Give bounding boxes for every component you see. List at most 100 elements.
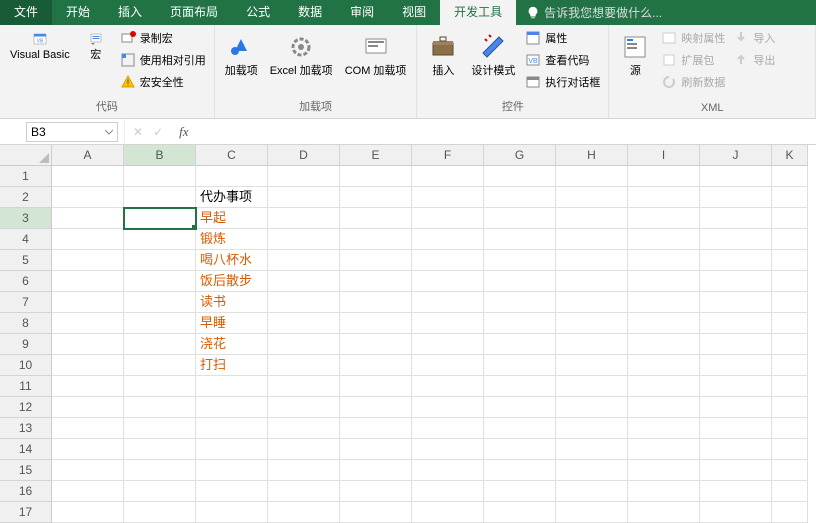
cell-H12[interactable] — [556, 397, 628, 418]
cell-D15[interactable] — [268, 460, 340, 481]
cell-B12[interactable] — [124, 397, 196, 418]
cell-A5[interactable] — [52, 250, 124, 271]
source-button[interactable]: 源 — [613, 27, 657, 82]
cell-G14[interactable] — [484, 439, 556, 460]
cell-D5[interactable] — [268, 250, 340, 271]
row-header-15[interactable]: 15 — [0, 460, 52, 481]
cell-G13[interactable] — [484, 418, 556, 439]
cell-C3[interactable]: 早起 — [196, 208, 268, 229]
cell-G8[interactable] — [484, 313, 556, 334]
cell-A1[interactable] — [52, 166, 124, 187]
cell-J7[interactable] — [700, 292, 772, 313]
cell-F1[interactable] — [412, 166, 484, 187]
cell-K14[interactable] — [772, 439, 808, 460]
cell-I10[interactable] — [628, 355, 700, 376]
cell-E8[interactable] — [340, 313, 412, 334]
cell-B2[interactable] — [124, 187, 196, 208]
cell-I2[interactable] — [628, 187, 700, 208]
cell-G10[interactable] — [484, 355, 556, 376]
cell-H16[interactable] — [556, 481, 628, 502]
relative-ref-button[interactable]: 使用相对引用 — [116, 49, 210, 71]
cell-A7[interactable] — [52, 292, 124, 313]
cell-F3[interactable] — [412, 208, 484, 229]
cell-E4[interactable] — [340, 229, 412, 250]
tab-data[interactable]: 数据 — [284, 0, 336, 25]
cell-E10[interactable] — [340, 355, 412, 376]
run-dialog-button[interactable]: 执行对话框 — [521, 71, 604, 93]
cell-J4[interactable] — [700, 229, 772, 250]
cell-H10[interactable] — [556, 355, 628, 376]
properties-button[interactable]: 属性 — [521, 27, 604, 49]
cell-E11[interactable] — [340, 376, 412, 397]
cell-A15[interactable] — [52, 460, 124, 481]
record-macro-button[interactable]: 录制宏 — [116, 27, 210, 49]
cell-G2[interactable] — [484, 187, 556, 208]
cell-B13[interactable] — [124, 418, 196, 439]
cell-B16[interactable] — [124, 481, 196, 502]
export-button[interactable]: 导出 — [729, 49, 779, 71]
cell-J12[interactable] — [700, 397, 772, 418]
cell-D9[interactable] — [268, 334, 340, 355]
cell-F6[interactable] — [412, 271, 484, 292]
refresh-data-button[interactable]: 刷新数据 — [657, 71, 729, 93]
cell-K13[interactable] — [772, 418, 808, 439]
cell-A4[interactable] — [52, 229, 124, 250]
cell-E16[interactable] — [340, 481, 412, 502]
cell-A16[interactable] — [52, 481, 124, 502]
cell-K1[interactable] — [772, 166, 808, 187]
col-header-A[interactable]: A — [52, 145, 124, 166]
cell-B3[interactable] — [124, 208, 196, 229]
cell-D17[interactable] — [268, 502, 340, 523]
cell-I5[interactable] — [628, 250, 700, 271]
col-header-G[interactable]: G — [484, 145, 556, 166]
cell-B10[interactable] — [124, 355, 196, 376]
cell-G1[interactable] — [484, 166, 556, 187]
tab-view[interactable]: 视图 — [388, 0, 440, 25]
name-box[interactable]: B3 — [26, 122, 118, 142]
cell-C8[interactable]: 早睡 — [196, 313, 268, 334]
row-header-4[interactable]: 4 — [0, 229, 52, 250]
cell-H15[interactable] — [556, 460, 628, 481]
cell-C13[interactable] — [196, 418, 268, 439]
cell-I4[interactable] — [628, 229, 700, 250]
row-header-1[interactable]: 1 — [0, 166, 52, 187]
cell-E5[interactable] — [340, 250, 412, 271]
cell-D13[interactable] — [268, 418, 340, 439]
cell-F10[interactable] — [412, 355, 484, 376]
com-addin-button[interactable]: COM 加载项 — [339, 27, 413, 82]
cell-G6[interactable] — [484, 271, 556, 292]
cell-J16[interactable] — [700, 481, 772, 502]
cell-I13[interactable] — [628, 418, 700, 439]
cell-F11[interactable] — [412, 376, 484, 397]
cell-J15[interactable] — [700, 460, 772, 481]
cell-C1[interactable] — [196, 166, 268, 187]
view-code-button[interactable]: VB查看代码 — [521, 49, 604, 71]
cell-A6[interactable] — [52, 271, 124, 292]
cell-F17[interactable] — [412, 502, 484, 523]
col-header-J[interactable]: J — [700, 145, 772, 166]
cell-B11[interactable] — [124, 376, 196, 397]
cell-G11[interactable] — [484, 376, 556, 397]
tell-me[interactable]: 告诉我您想要做什么... — [516, 0, 672, 25]
cell-G12[interactable] — [484, 397, 556, 418]
cell-H6[interactable] — [556, 271, 628, 292]
row-header-12[interactable]: 12 — [0, 397, 52, 418]
row-header-16[interactable]: 16 — [0, 481, 52, 502]
cell-F2[interactable] — [412, 187, 484, 208]
cell-C7[interactable]: 读书 — [196, 292, 268, 313]
cell-H14[interactable] — [556, 439, 628, 460]
cell-G9[interactable] — [484, 334, 556, 355]
cell-B15[interactable] — [124, 460, 196, 481]
cell-E7[interactable] — [340, 292, 412, 313]
import-button[interactable]: 导入 — [729, 27, 779, 49]
cell-I9[interactable] — [628, 334, 700, 355]
cell-K3[interactable] — [772, 208, 808, 229]
cell-A17[interactable] — [52, 502, 124, 523]
cell-J10[interactable] — [700, 355, 772, 376]
cell-H17[interactable] — [556, 502, 628, 523]
cell-E14[interactable] — [340, 439, 412, 460]
cell-C2[interactable]: 代办事项 — [196, 187, 268, 208]
cell-G15[interactable] — [484, 460, 556, 481]
cell-J6[interactable] — [700, 271, 772, 292]
cell-I11[interactable] — [628, 376, 700, 397]
